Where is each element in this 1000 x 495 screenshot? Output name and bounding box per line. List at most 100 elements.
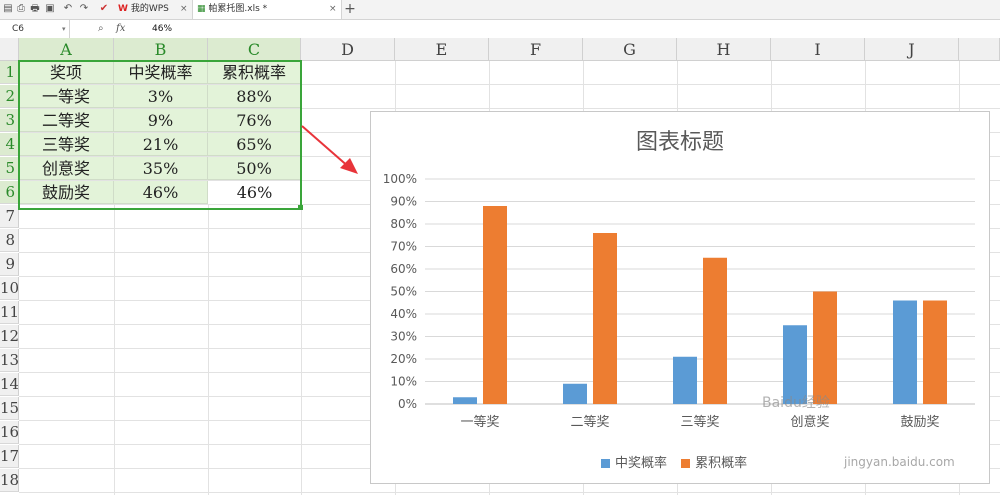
cell-a4[interactable]: 三等奖 <box>19 133 114 156</box>
tab-my-wps[interactable]: W 我的WPS × <box>118 0 192 19</box>
column-header-h[interactable]: H <box>677 38 771 61</box>
preview-icon[interactable]: ▣ <box>44 3 56 15</box>
column-header-j[interactable]: J <box>865 38 959 61</box>
column-header-a[interactable]: A <box>19 38 114 61</box>
cell-b2[interactable]: 3% <box>114 85 208 108</box>
chart-container[interactable]: 图表标题 0% 10% 20% 30% 40% 50% 60% 70% 80% 90% 100% 一等… <box>370 111 990 484</box>
fill-handle[interactable] <box>298 205 303 210</box>
column-header-g[interactable]: G <box>583 38 677 61</box>
cell-a5[interactable]: 创意奖 <box>19 157 114 180</box>
bar-series1 <box>673 356 697 404</box>
close-icon[interactable]: × <box>329 0 337 19</box>
x-tick-label: 鼓励奖 <box>900 415 939 430</box>
name-box[interactable]: C6 ▾ <box>0 20 70 38</box>
cell-b3[interactable]: 9% <box>114 109 208 132</box>
row-header[interactable]: 2 <box>0 85 19 108</box>
row-header[interactable]: 6 <box>0 181 19 204</box>
y-tick-label: 20% <box>390 352 417 366</box>
formula-bar: C6 ▾ ⌕ fx 46% <box>0 20 1000 39</box>
redo-icon[interactable]: ↷ <box>78 3 90 15</box>
cell-reference: C6 <box>12 24 25 34</box>
legend-item-series1: 中奖概率 <box>601 452 667 471</box>
cell-a3[interactable]: 二等奖 <box>19 109 114 132</box>
legend-swatch <box>601 459 610 468</box>
row-header[interactable]: 7 <box>0 205 19 228</box>
column-header-b[interactable]: B <box>114 38 208 61</box>
column-header-e[interactable]: E <box>395 38 489 61</box>
y-tick-label: 10% <box>390 375 417 389</box>
column-header-c[interactable]: C <box>208 38 301 61</box>
cell-a6[interactable]: 鼓励奖 <box>19 181 114 204</box>
legend-label: 累积概率 <box>695 456 748 471</box>
cell-a2[interactable]: 一等奖 <box>19 85 114 108</box>
print-icon[interactable]: 🖶 <box>29 3 41 15</box>
row-header[interactable]: 12 <box>0 325 19 348</box>
row-header[interactable]: 14 <box>0 373 19 396</box>
bar-series2 <box>703 257 727 404</box>
row-header[interactable]: 9 <box>0 253 19 276</box>
watermark-url: jingyan.baidu.com <box>844 455 955 469</box>
row-header[interactable]: 11 <box>0 301 19 324</box>
new-tab-icon[interactable]: + <box>344 2 356 16</box>
zoom-icon[interactable]: ⌕ <box>98 20 104 38</box>
row-header[interactable]: 10 <box>0 277 19 300</box>
cell-c2[interactable]: 88% <box>208 85 301 108</box>
pdf-export-icon[interactable]: ⎙ <box>15 3 27 15</box>
row-header[interactable]: 15 <box>0 397 19 420</box>
watermark-brand: Baidu经验 <box>762 395 830 411</box>
column-header-d[interactable]: D <box>301 38 395 61</box>
bar-series2 <box>483 206 507 404</box>
cell-a1[interactable]: 奖项 <box>19 61 114 84</box>
cell-b6[interactable]: 46% <box>114 181 208 204</box>
close-icon[interactable]: × <box>180 0 188 19</box>
column-header-k[interactable] <box>959 38 1000 61</box>
cell-c6-active[interactable]: 46% <box>208 181 301 204</box>
x-tick-label: 一等奖 <box>460 414 499 430</box>
cell-b1[interactable]: 中奖概率 <box>114 61 208 84</box>
cell-b4[interactable]: 21% <box>114 133 208 156</box>
cell-c5[interactable]: 50% <box>208 157 301 180</box>
row-header[interactable]: 13 <box>0 349 19 372</box>
row-header[interactable]: 16 <box>0 421 19 444</box>
bar-series2 <box>923 300 947 404</box>
x-tick-label: 创意奖 <box>790 414 829 430</box>
row-header[interactable]: 1 <box>0 61 19 84</box>
spreadsheet-icon: ▦ <box>197 4 206 14</box>
wps-logo-icon: W <box>118 4 128 14</box>
row-header[interactable]: 18 <box>0 469 19 492</box>
y-tick-label: 80% <box>390 217 417 231</box>
column-header-i[interactable]: I <box>771 38 865 61</box>
row-header[interactable]: 8 <box>0 229 19 252</box>
legend-item-series2: 累积概率 <box>681 452 747 471</box>
bar-chart: 0% 10% 20% 30% 40% 50% 60% 70% 80% 90% 100% 一等奖 二等奖 三… <box>383 172 975 430</box>
bar-series2 <box>593 233 617 404</box>
tab-active-file[interactable]: ▦ 帕累托图.xls * × <box>192 0 342 19</box>
tab-label: 我的WPS <box>130 4 169 14</box>
row-header[interactable]: 5 <box>0 157 19 180</box>
bar-series2 <box>813 291 837 404</box>
row-header[interactable]: 4 <box>0 133 19 156</box>
cell-c1[interactable]: 累积概率 <box>208 61 301 84</box>
legend-swatch <box>681 459 691 468</box>
chart-legend[interactable]: 中奖概率 累积概率 <box>601 452 757 471</box>
row-header[interactable]: 3 <box>0 109 19 132</box>
y-tick-label: 40% <box>390 307 417 321</box>
cell-c3[interactable]: 76% <box>208 109 301 132</box>
undo-icon[interactable]: ↶ <box>62 3 74 15</box>
cell-c4[interactable]: 65% <box>208 133 301 156</box>
select-all-corner[interactable] <box>0 38 19 61</box>
chevron-down-icon[interactable]: ▾ <box>62 20 66 38</box>
column-header-f[interactable]: F <box>489 38 583 61</box>
tab-label: 帕累托图.xls * <box>208 4 268 14</box>
cell-b5[interactable]: 35% <box>114 157 208 180</box>
row-header[interactable]: 17 <box>0 445 19 468</box>
grid-hline <box>19 492 1000 493</box>
y-tick-label: 100% <box>383 172 417 186</box>
bar-series1 <box>563 383 587 404</box>
new-file-icon[interactable]: ▤ <box>2 3 14 15</box>
y-tick-label: 0% <box>398 397 417 411</box>
arrow-shaft <box>301 125 351 169</box>
formula-input[interactable]: 46% <box>152 20 172 38</box>
fx-icon[interactable]: fx <box>116 20 125 38</box>
format-painter-icon[interactable]: ✔ <box>98 3 110 15</box>
